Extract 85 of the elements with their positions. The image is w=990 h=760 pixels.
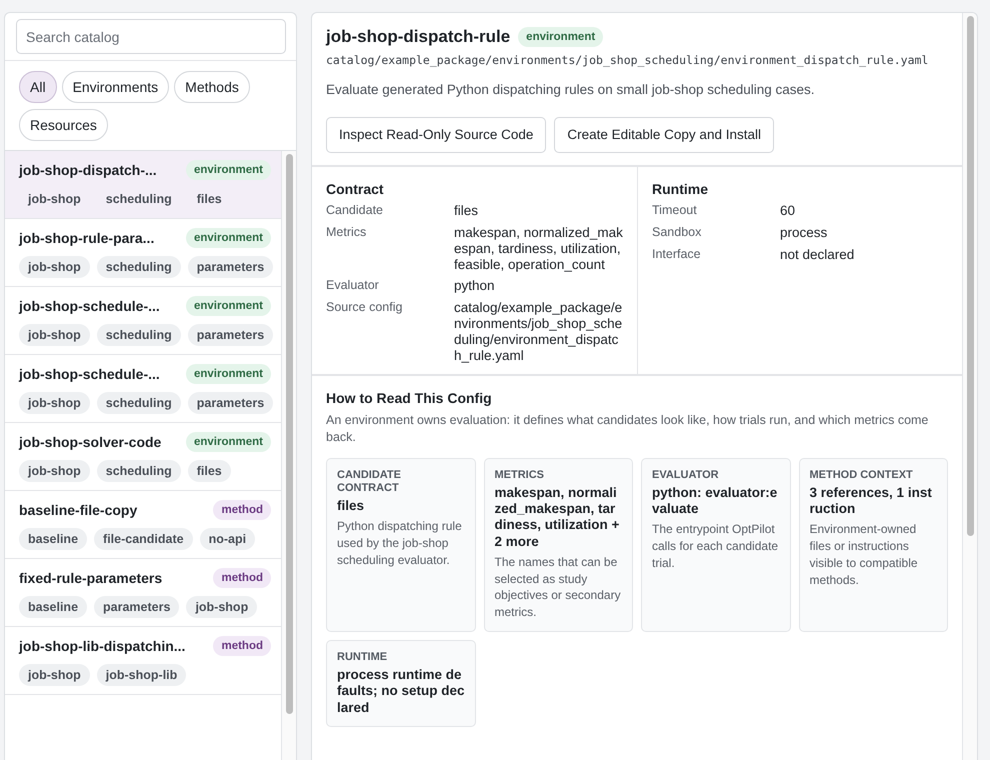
tag: file-candidate <box>94 528 193 550</box>
item-name: job-shop-dispatch-... <box>19 162 157 178</box>
field-value: makespan, normalized_makespan, tardiness, utilization, feasible, operation_count <box>454 224 623 272</box>
tag: scheduling <box>96 392 181 414</box>
catalog-item[interactable]: job-shop-dispatch-... environment job-shop scheduling files <box>5 151 281 219</box>
field-value: files <box>454 202 480 219</box>
field-label: Source config <box>326 300 404 316</box>
section-title: How to Read This Config <box>326 390 493 406</box>
tag: baseline <box>19 528 88 550</box>
tag: no-api <box>200 528 256 550</box>
field-label: Sandbox <box>652 224 702 241</box>
field-value: not declared <box>780 246 856 263</box>
card-note: Environment-owned files or instructions visible to compatible methods. <box>810 521 919 589</box>
tag: scheduling <box>96 460 181 482</box>
type-badge: method <box>213 568 271 588</box>
tag: files <box>188 460 231 482</box>
card-label: CANDIDATE CONTRACT <box>337 468 402 496</box>
tag: parameters <box>188 256 274 278</box>
tag: parameters <box>94 596 180 618</box>
card-value: 3 references, 1 instruction <box>810 485 933 518</box>
field-label: Interface <box>652 246 702 263</box>
card-value: files <box>337 498 366 514</box>
action-button[interactable]: Create Editable Copy and Install <box>554 116 774 153</box>
card-note: Python dispatching rule used by the job-shop scheduling evaluator. <box>337 518 463 569</box>
type-badge: method <box>213 636 271 656</box>
tag: job-shop <box>19 664 90 686</box>
tag: job-shop-lib <box>96 664 186 686</box>
card-value: process runtime defaults; no setup declared <box>337 667 464 716</box>
intro-text: An environment owns evaluation: it defines what candidates look like, how trials run, and which metrics come back. <box>326 412 930 446</box>
item-name: fixed-rule-parameters <box>19 570 162 586</box>
file-path: catalog/example_package/environments/job_shop_scheduling/environment_dispatch_rule.yaml <box>326 54 930 68</box>
type-badge: environment <box>518 27 604 47</box>
scrollbar[interactable] <box>962 13 977 760</box>
action-button[interactable]: Inspect Read-Only Source Code <box>326 116 546 153</box>
card-note: The names that can be selected as study objectives or secondary metrics. <box>494 554 622 621</box>
card-note: The entrypoint OptPilot calls for each candidate trial. <box>652 521 780 572</box>
section-title: Contract <box>326 180 385 197</box>
tag: parameters <box>188 392 274 414</box>
search-field[interactable]: Search catalog <box>16 19 286 54</box>
field-label: Metrics <box>326 224 368 241</box>
item-name: baseline-file-copy <box>19 502 138 518</box>
item-name: job-shop-schedule-... <box>19 366 160 382</box>
filter-chip[interactable]: Resources <box>19 109 108 141</box>
field-value: 60 <box>780 202 796 219</box>
tag: job-shop <box>19 460 90 482</box>
tag: parameters <box>188 324 274 346</box>
description: Evaluate generated Python dispatching rules on small job-shop scheduling cases. <box>326 82 816 97</box>
filter-chip[interactable]: Environments <box>62 71 170 103</box>
type-badge: environment <box>186 296 271 316</box>
tag: scheduling <box>96 188 181 210</box>
type-badge: environment <box>186 432 271 452</box>
field-value: catalog/example_package/environments/job_shop_scheduling/environment_dispatch_rule.yaml <box>454 300 623 364</box>
type-badge: environment <box>186 364 271 384</box>
field-label: Timeout <box>652 202 698 219</box>
tag: files <box>188 188 231 210</box>
tag: job-shop <box>19 392 90 414</box>
card-label: METRICS <box>494 468 545 482</box>
scrollbar[interactable] <box>281 151 296 760</box>
item-name: job-shop-solver-code <box>19 434 162 450</box>
type-badge: environment <box>186 228 271 248</box>
field-value: process <box>780 224 828 241</box>
field-value: python <box>454 278 496 294</box>
type-badge: method <box>213 500 271 520</box>
field-label: Evaluator <box>326 278 380 294</box>
tag: baseline <box>19 596 88 618</box>
item-name: job-shop-rule-para... <box>19 230 154 246</box>
detail-title: job-shop-dispatch-rule <box>326 27 510 47</box>
item-name: job-shop-lib-dispatchin... <box>19 638 186 654</box>
filter-chip[interactable]: All <box>19 71 57 103</box>
card-value: makespan, normalized_makespan, tardiness, utilization +2 more <box>494 485 620 550</box>
tag: scheduling <box>96 324 181 346</box>
item-name: job-shop-schedule-... <box>19 298 160 314</box>
card-label: EVALUATOR <box>652 468 720 482</box>
card-label: METHOD CONTEXT <box>810 468 914 482</box>
card-value: python: evaluator:evaluate <box>652 485 778 518</box>
tag: job-shop <box>186 596 258 618</box>
card-label: RUNTIME <box>337 650 388 664</box>
tag: job-shop <box>19 324 90 346</box>
tag: job-shop <box>19 256 90 278</box>
section-title: Runtime <box>652 180 709 197</box>
filter-chip[interactable]: Methods <box>174 71 250 103</box>
tag: job-shop <box>19 188 90 210</box>
type-badge: environment <box>186 160 271 180</box>
field-label: Candidate <box>326 202 384 219</box>
tag: scheduling <box>96 256 181 278</box>
